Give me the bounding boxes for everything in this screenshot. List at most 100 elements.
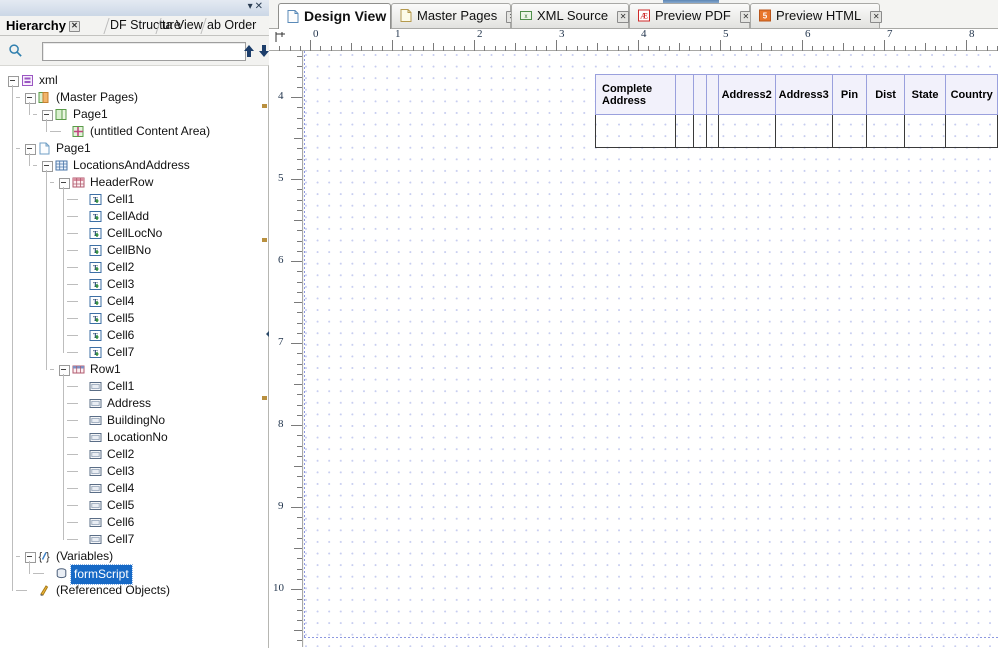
tree-expander-headerrow[interactable] xyxy=(59,178,70,189)
form-table-header-row[interactable]: Complete Address Address2 Address3 Pin Dist S… xyxy=(595,74,998,115)
header-cell-7[interactable]: Pin xyxy=(831,74,868,115)
close-icon[interactable]: ✕ xyxy=(68,21,80,33)
header-cell-3[interactable] xyxy=(693,74,708,115)
panel-minimize-icon[interactable]: ▾ xyxy=(248,1,255,12)
tree-node-r-cell2[interactable]: Cell2 xyxy=(0,446,268,463)
tree-node-label: Cell5 xyxy=(107,311,135,325)
tree-node-r-buildingno[interactable]: BuildingNo xyxy=(0,412,268,429)
tree-node-master-pages[interactable]: (Master Pages) xyxy=(0,89,268,106)
ruler-origin-icon[interactable] xyxy=(275,31,288,44)
tree-node-variables[interactable]: {} (Variables) xyxy=(0,548,268,565)
search-icon[interactable] xyxy=(8,43,23,58)
data-cell-3[interactable] xyxy=(693,114,708,148)
tree-expander-variables[interactable] xyxy=(25,552,36,563)
tab-xml-source[interactable]: x XML Source ✕ xyxy=(511,3,630,28)
tab-master-pages[interactable]: Master Pages✕ xyxy=(391,3,519,28)
data-cell-7[interactable] xyxy=(831,114,868,148)
tree-node-r-cell1[interactable]: Cell1 xyxy=(0,378,268,395)
tree-node-mp-page1[interactable]: Page1 xyxy=(0,106,268,123)
tab-preview-pdf[interactable]: Æ Preview PDF ✕ xyxy=(629,3,752,28)
tree-node-h-cell4[interactable]: T Cell4 xyxy=(0,293,268,310)
tree-node-label: Cell1 xyxy=(107,192,135,206)
tree-expander-row1[interactable] xyxy=(59,365,70,376)
search-input[interactable] xyxy=(42,42,246,61)
tab-preview-html[interactable]: 5 Preview HTML ✕ xyxy=(750,3,883,28)
tree-node-r-cell5[interactable]: Cell5 xyxy=(0,497,268,514)
ruler-minor-tick xyxy=(294,384,302,385)
data-cell-2[interactable] xyxy=(674,114,695,148)
tree-node-h-cell1[interactable]: T Cell1 xyxy=(0,191,268,208)
tree-node-r-locationno[interactable]: LocationNo xyxy=(0,429,268,446)
data-cell-5[interactable] xyxy=(717,114,776,148)
data-cell-8[interactable] xyxy=(866,114,905,148)
ruler-label: 7 xyxy=(887,28,893,40)
tree-expander-mp-page1[interactable] xyxy=(42,110,53,121)
ruler-minor-tick xyxy=(297,578,302,580)
ruler-minor-tick xyxy=(297,435,302,437)
panel-tab-tab-order[interactable]: ab Order xyxy=(207,16,256,36)
tree-node-label: LocationNo xyxy=(107,430,168,444)
tree-node-headerrow[interactable]: HeaderRow xyxy=(0,174,268,191)
tree-connector xyxy=(67,437,78,438)
hierarchy-tree[interactable]: xml (Master Pages) Page1 (untitled Content … xyxy=(0,65,269,648)
tree-node-r-cell6[interactable]: Cell6 xyxy=(0,514,268,531)
tree-node-xml[interactable]: xml xyxy=(0,72,268,89)
ruler-minor-tick xyxy=(297,168,302,170)
tree-connector xyxy=(67,301,78,302)
tree-expander-master-pages[interactable] xyxy=(25,93,36,104)
data-cell-1[interactable] xyxy=(595,114,676,148)
tree-node-h-cell7[interactable]: T Cell7 xyxy=(0,344,268,361)
ruler-minor-tick xyxy=(925,43,926,51)
tree-expander-xml[interactable] xyxy=(8,76,19,87)
tab-preview-pdf-label: Preview PDF xyxy=(655,8,731,23)
horizontal-ruler[interactable]: 0 1 2 3 4 5 6 7 8 xyxy=(269,28,998,51)
header-cell-1[interactable]: Complete Address xyxy=(595,74,676,115)
data-cell-10[interactable] xyxy=(945,114,998,148)
header-cell-8[interactable]: Dist xyxy=(866,74,905,115)
panel-close-icon[interactable]: ✕ xyxy=(255,1,265,12)
tree-node-page1[interactable]: Page1 xyxy=(0,140,268,157)
close-icon[interactable]: ✕ xyxy=(870,11,883,23)
panel-tab-data-view[interactable]: ta View xyxy=(162,16,203,36)
data-cell-9[interactable] xyxy=(903,114,947,148)
tree-node-r-cell3[interactable]: Cell3 xyxy=(0,463,268,480)
tree-node-h-cell3[interactable]: T Cell3 xyxy=(0,276,268,293)
tree-node-h-cell6[interactable]: T Cell6 xyxy=(0,327,268,344)
header-cell-2[interactable] xyxy=(674,74,695,115)
tree-node-h-cell2[interactable]: T Cell2 xyxy=(0,259,268,276)
data-cell-6[interactable] xyxy=(774,114,833,148)
form-table-locations-and-address[interactable]: Complete Address Address2 Address3 Pin Dist S… xyxy=(595,74,998,148)
header-cell-6[interactable]: Address3 xyxy=(774,74,833,115)
tree-node-r-address[interactable]: Address xyxy=(0,395,268,412)
tree-node-referenced[interactable]: (Referenced Objects) xyxy=(0,582,268,599)
search-prev-button[interactable] xyxy=(243,44,255,58)
tree-expander-locationsaddress[interactable] xyxy=(42,161,53,172)
design-canvas[interactable]: Complete Address Address2 Address3 Pin Dist S… xyxy=(304,51,998,647)
vertical-ruler[interactable]: 4 5 6 7 8 9 10 xyxy=(269,51,303,647)
tree-node-h-cell5[interactable]: T Cell5 xyxy=(0,310,268,327)
tree-node-locationsaddress[interactable]: LocationsAndAddress xyxy=(0,157,268,174)
tree-connector xyxy=(50,369,54,370)
header-cell-9[interactable]: State xyxy=(903,74,947,115)
form-table-data-row[interactable] xyxy=(595,114,998,148)
close-icon[interactable]: ✕ xyxy=(617,11,630,23)
tree-node-formscript[interactable]: formScript xyxy=(0,564,268,585)
data-cell-4[interactable] xyxy=(706,114,719,148)
tree-node-r-cell4[interactable]: Cell4 xyxy=(0,480,268,497)
ruler-minor-tick xyxy=(297,527,302,529)
panel-tab-hierarchy[interactable]: Hierarchy ✕ xyxy=(6,16,80,36)
ruler-minor-tick xyxy=(297,56,302,57)
tree-node-r-cell7[interactable]: Cell7 xyxy=(0,531,268,548)
tree-node-h-celllocno[interactable]: T CellLocNo xyxy=(0,225,268,242)
header-cell-10[interactable]: Country xyxy=(945,74,998,115)
header-cell-4[interactable] xyxy=(706,74,719,115)
tree-node-h-celladd[interactable]: T CellAdd xyxy=(0,208,268,225)
tree-node-row1[interactable]: Row1 xyxy=(0,361,268,378)
tree-expander-page1[interactable] xyxy=(25,144,36,155)
tree-connector xyxy=(67,318,78,319)
tree-node-h-cellbno[interactable]: T CellBNo xyxy=(0,242,268,259)
page-bottom-edge xyxy=(304,637,998,638)
tab-design-view[interactable]: Design View xyxy=(278,3,391,29)
header-cell-5[interactable]: Address2 xyxy=(717,74,776,115)
tree-node-content-area[interactable]: (untitled Content Area) xyxy=(0,123,268,140)
